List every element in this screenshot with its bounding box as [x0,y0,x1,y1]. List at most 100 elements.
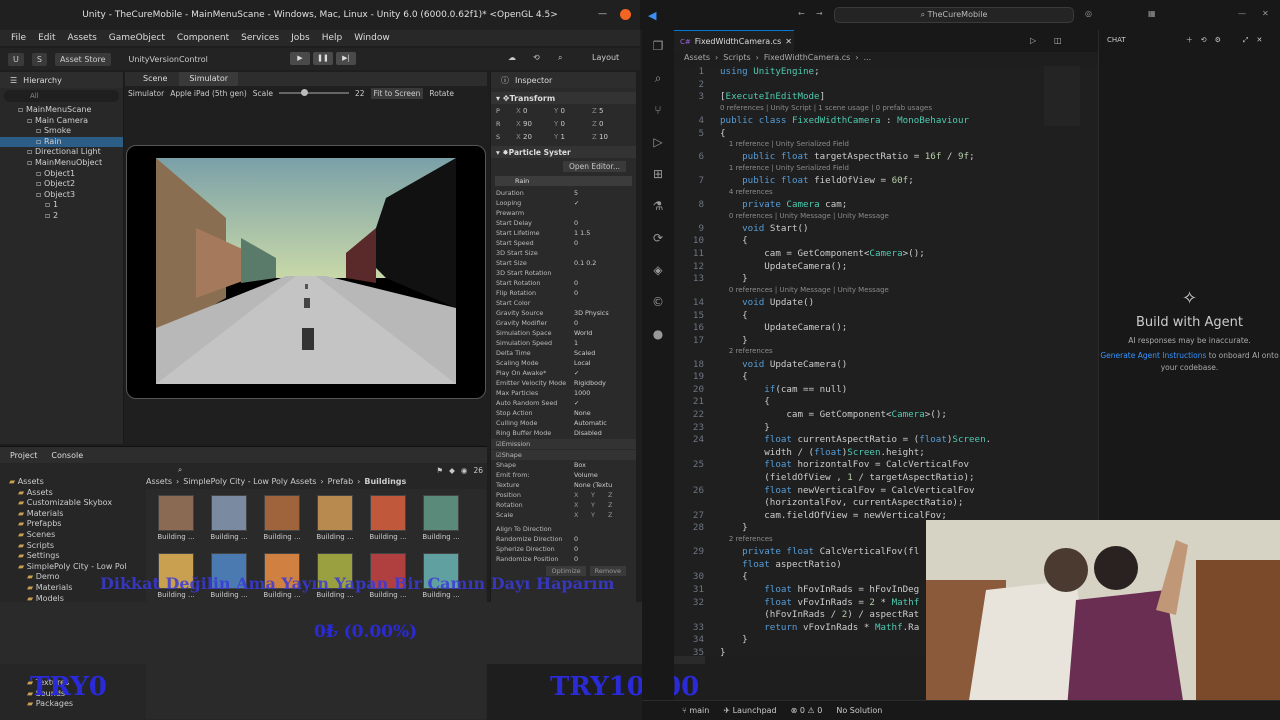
y-label[interactable]: Y [591,511,608,519]
codelens[interactable]: 2 references [720,347,773,355]
property-row[interactable]: Randomize Position 0 [491,554,636,564]
transform-x-field[interactable]: 0 [523,107,527,115]
property-row[interactable]: Prewarm [491,208,636,218]
codelens[interactable]: 0 references | Unity Message | Unity Mes… [720,212,889,220]
project-folder[interactable]: ▰ Assets [0,488,140,499]
property-value[interactable]: 3D Physics [574,309,620,317]
property-row[interactable]: Play On Awake* ✓ [491,368,636,378]
menu-item-gameobject[interactable]: GameObject [109,33,165,43]
maximize-icon[interactable]: ⤢ [1243,36,1249,45]
property-row[interactable]: Start Delay 0 [491,218,636,228]
add-chat-icon[interactable]: ＋ [1186,35,1193,45]
tab-simulator[interactable]: Simulator [179,72,238,86]
y-label[interactable]: Y [591,501,608,509]
property-row[interactable]: Start Speed 0 [491,238,636,248]
property-row[interactable]: Culling Mode Automatic [491,418,636,428]
menu-item-help[interactable]: Help [322,33,343,43]
property-row[interactable]: Flip Rotation 0 [491,288,636,298]
breadcrumb-item[interactable]: Assets [684,53,710,62]
property-value[interactable]: 0 [574,319,620,327]
launchpad-status[interactable]: ✈ Launchpad [723,706,776,715]
transform-y-field[interactable]: 0 [561,120,565,128]
transform-y-field[interactable]: 1 [561,133,565,141]
close-tab-icon[interactable]: ✕ [785,37,792,46]
z-label[interactable]: Z [608,511,625,519]
property-row[interactable]: Simulation Speed 1 [491,338,636,348]
history-icon[interactable]: ⟲ [533,53,540,62]
fit-to-screen-button[interactable]: Fit to Screen [370,87,424,99]
property-row[interactable]: Auto Random Seed ✓ [491,398,636,408]
property-value[interactable]: 1000 [574,389,620,397]
property-row[interactable]: Max Particles 1000 [491,388,636,398]
open-editor-button[interactable]: Open Editor... [563,161,626,172]
asset-store-button[interactable]: Asset Store [54,52,111,66]
remote-icon[interactable]: ⟳ [642,222,674,254]
property-row[interactable]: Start Lifetime 1 1.5 [491,228,636,238]
tab-scene[interactable]: Scene [133,72,177,86]
property-value[interactable]: Volume [574,471,620,479]
account-button[interactable]: S [31,52,47,66]
codelens[interactable]: 1 reference | Unity Serialized Field [720,140,849,148]
property-value[interactable]: Rigidbody [574,379,620,387]
property-row[interactable]: 3D Start Size [491,248,636,258]
property-value[interactable]: World [574,329,620,337]
property-value[interactable]: ✓ [574,369,620,377]
label-icon[interactable]: ◆ [449,466,455,475]
search-icon[interactable]: ⌕ [642,62,674,94]
agent-instructions-link[interactable]: Generate Agent Instructions [1100,351,1206,360]
version-control-button[interactable]: UnityVersionControl [129,55,208,64]
unity-logo-icon[interactable]: U [8,52,24,66]
property-value[interactable]: 0 [574,535,620,543]
layout-dropdown[interactable]: Layout [592,53,619,62]
command-center-search[interactable]: ⌕ TheCureMobile [834,7,1074,23]
search-icon[interactable]: ⌕ [558,53,562,63]
asset-tile[interactable]: Building ... [366,495,410,541]
hierarchy-item[interactable]: ▫ Object2 [0,179,123,190]
close-icon[interactable] [620,9,631,20]
game-view[interactable] [156,158,456,384]
step-button[interactable]: ▶| [336,52,356,65]
property-value[interactable]: 0 [574,219,620,227]
menu-item-file[interactable]: File [11,33,26,43]
device-dropdown[interactable]: Apple iPad (5th gen) [170,89,247,98]
run-icon[interactable]: ▷ [1030,36,1036,45]
search-icon[interactable]: ⌕ [178,465,182,475]
filter-icon[interactable]: ⚑ [436,466,443,475]
asset-tile[interactable]: Building ... [207,495,251,541]
project-folder[interactable]: ▰ Assets [0,477,140,488]
property-value[interactable]: 0 [574,279,620,287]
property-row[interactable]: Stop Action None [491,408,636,418]
module-header[interactable]: ☑ Emission [491,439,636,449]
eye-icon[interactable]: ◉ [461,466,468,475]
hierarchy-search-input[interactable]: All [4,90,119,102]
property-row[interactable]: Start Rotation 0 [491,278,636,288]
project-folder[interactable]: ▰ Settings [0,551,140,562]
property-row[interactable]: Looping ✓ [491,198,636,208]
transform-header[interactable]: ▾ ✥ Transform [491,92,636,104]
hierarchy-item[interactable]: ▫ MainMenuScane [0,105,123,116]
docker-icon[interactable]: ◈ [642,254,674,286]
transform-y-field[interactable]: 0 [561,107,565,115]
breadcrumb-item[interactable]: Scripts [723,53,750,62]
breadcrumb-item[interactable]: FixedWidthCamera.cs [764,53,850,62]
hierarchy-item[interactable]: ▫ Object1 [0,169,123,180]
menu-item-window[interactable]: Window [354,33,390,43]
scale-slider[interactable] [278,89,349,96]
asset-tile[interactable]: Building ... [419,495,463,541]
layout-icon[interactable]: ▦ [1148,9,1156,18]
x-label[interactable]: X [574,491,591,499]
property-value[interactable]: 1 1.5 [574,229,620,237]
source-control-icon[interactable]: ⑂ [642,94,674,126]
y-label[interactable]: Y [591,491,608,499]
transform-x-field[interactable]: 90 [523,120,532,128]
editor-tab[interactable]: C# FixedWidthCamera.cs ✕ [674,30,794,52]
transform-z-field[interactable]: 10 [599,133,608,141]
hierarchy-item[interactable]: ▫ MainMenuObject [0,158,123,169]
project-folder[interactable]: ▰ Scenes [0,530,140,541]
property-row[interactable]: Align To Direction [491,524,636,534]
testing-icon[interactable]: ⚗ [642,190,674,222]
property-row[interactable]: Shape Box [491,460,636,470]
project-folder[interactable]: ▰ Materials [0,509,140,520]
property-row[interactable]: Simulation Space World [491,328,636,338]
particle-system-header[interactable]: ▾ ✸ Particle Syster [491,146,636,158]
